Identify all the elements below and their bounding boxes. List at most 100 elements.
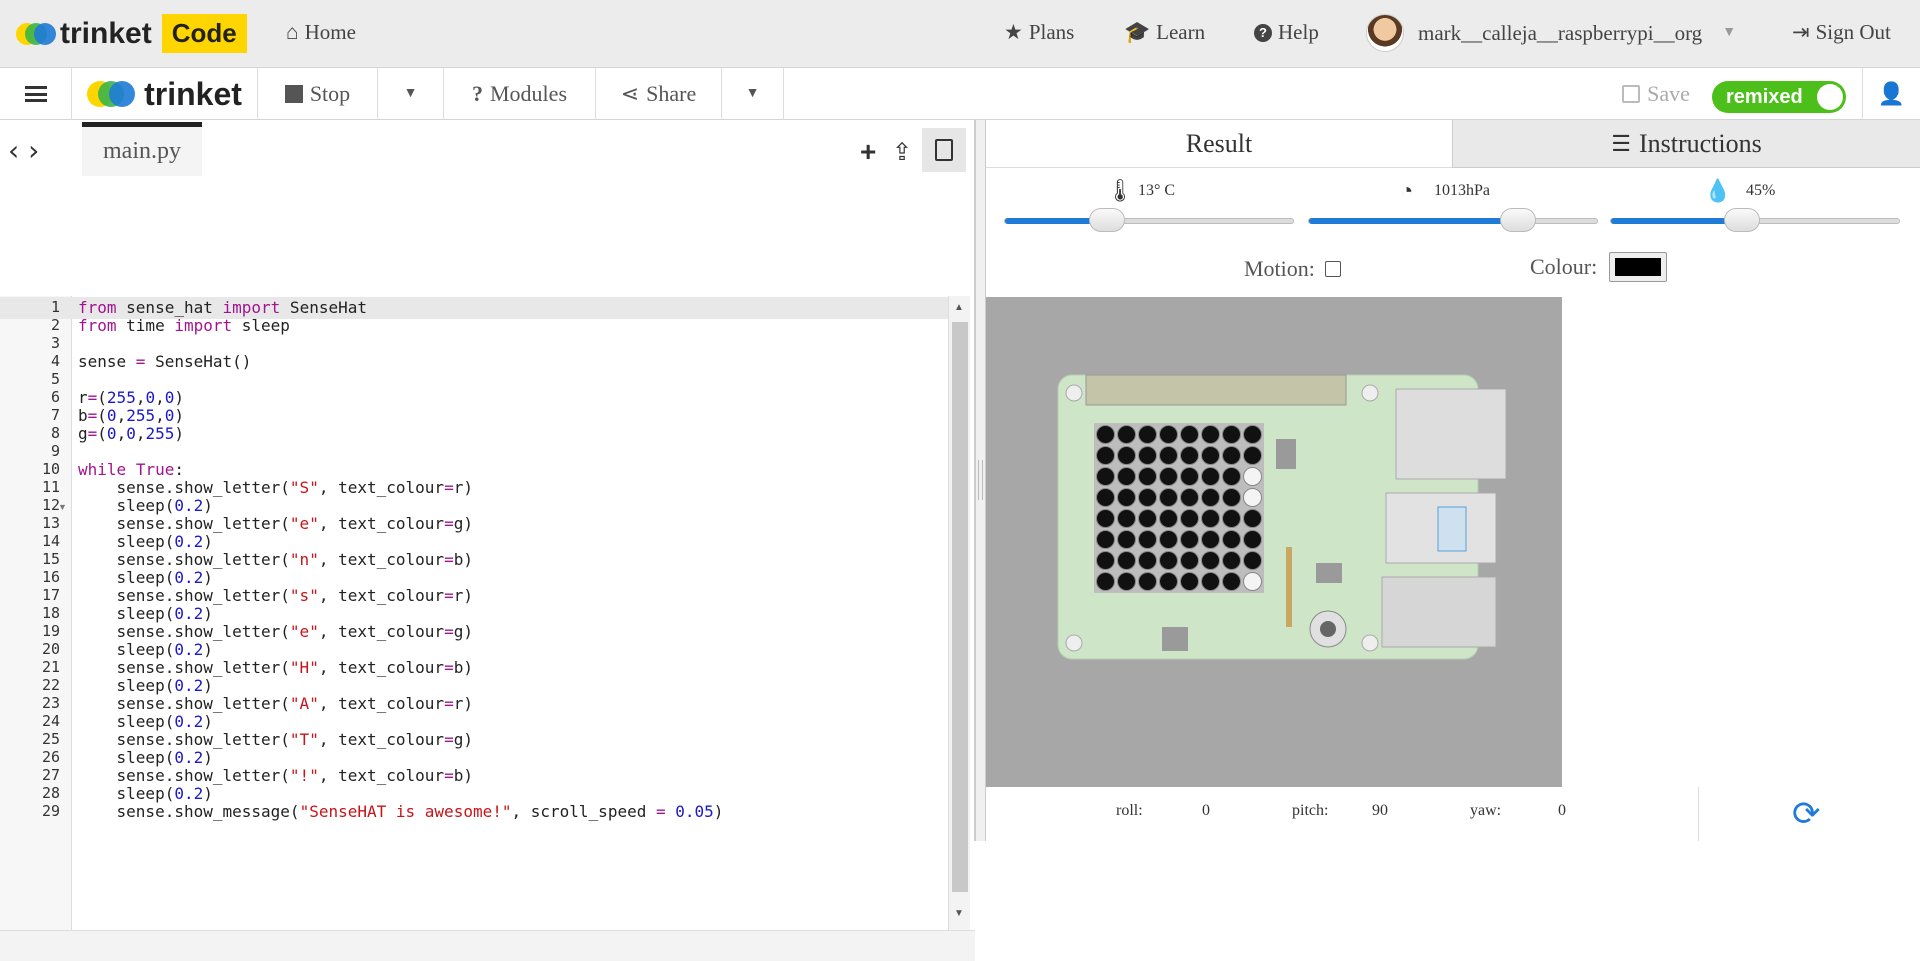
orientation-divider — [1698, 787, 1699, 841]
code-line[interactable]: sense.show_letter("H", text_colour=b) — [78, 658, 473, 677]
nav-plans[interactable]: ★ Plans — [1004, 20, 1074, 45]
code-line[interactable]: from sense_hat import SenseHat — [78, 298, 367, 317]
scroll-down-icon[interactable]: ▼ — [954, 908, 964, 919]
scrollbar-thumb[interactable] — [952, 322, 968, 892]
line-number: 25 — [41, 730, 60, 748]
share-button[interactable]: ⋖ Share — [596, 68, 722, 120]
list-icon: ☰ — [1611, 130, 1631, 156]
led-pixel — [1222, 551, 1241, 570]
code-line[interactable]: sleep(0.2) — [78, 676, 213, 695]
code-line[interactable]: while True: — [78, 460, 184, 479]
code-line[interactable]: sleep(0.2) — [78, 784, 213, 803]
code-line[interactable]: sleep(0.2) — [78, 496, 213, 515]
pressure-slider[interactable] — [1308, 208, 1598, 232]
code-line[interactable]: sense.show_letter("s", text_colour=r) — [78, 586, 473, 605]
line-number: 18 — [41, 604, 60, 622]
trinket-logo[interactable]: trinket — [72, 68, 258, 120]
code-area[interactable]: 1 from sense_hat import SenseHat 2 from tim… — [0, 120, 948, 930]
share-options-dropdown[interactable]: ▼ — [722, 68, 784, 120]
code-line[interactable]: sense.show_letter("!", text_colour=b) — [78, 766, 473, 785]
led-pixel — [1117, 530, 1136, 549]
led-pixel — [1138, 530, 1157, 549]
led-pixel — [1138, 488, 1157, 507]
result-pane: Result ☰ Instructions 🌡 13° C ◔ 1013hPa … — [986, 120, 1920, 841]
code-line[interactable]: sleep(0.2) — [78, 748, 213, 767]
code-line[interactable]: sense.show_letter("A", text_colour=r) — [78, 694, 473, 713]
code-line[interactable]: from time import sleep — [78, 316, 290, 335]
menu-button[interactable] — [0, 68, 72, 120]
caret-down-icon: ▼ — [1722, 25, 1737, 40]
humidity-slider-knob[interactable] — [1723, 208, 1760, 232]
code-line[interactable]: sense.show_letter("e", text_colour=g) — [78, 514, 473, 533]
temperature-sensor: 🌡 13° C — [1004, 176, 1294, 256]
code-line[interactable]: sleep(0.2) — [78, 712, 213, 731]
led-pixel — [1117, 467, 1136, 486]
editor-scrollbar[interactable]: ▲ ▼ — [948, 296, 970, 930]
led-pixel — [1201, 425, 1220, 444]
trinket-code-logo[interactable]: trinket Code — [16, 14, 247, 53]
scroll-up-icon[interactable]: ▲ — [954, 302, 964, 313]
line-number: 21 — [41, 658, 60, 676]
code-line[interactable]: sleep(0.2) — [78, 568, 213, 587]
account-button[interactable]: 👤 — [1862, 68, 1920, 120]
line-number: 6 — [50, 388, 60, 406]
code-line[interactable]: sleep(0.2) — [78, 604, 213, 623]
nav-home[interactable]: ⌂ Home — [286, 20, 356, 45]
code-line[interactable]: sense.show_letter("S", text_colour=r) — [78, 478, 473, 497]
temperature-slider-knob[interactable] — [1088, 208, 1125, 232]
code-line[interactable]: b=(0,255,0) — [78, 406, 184, 425]
remixed-toggle[interactable]: remixed — [1712, 81, 1846, 113]
modules-button[interactable]: ? Modules — [444, 68, 596, 120]
led-pixel — [1222, 425, 1241, 444]
pane-splitter[interactable] — [975, 120, 986, 841]
code-line[interactable]: g=(0,0,255) — [78, 424, 184, 443]
led-pixel — [1159, 446, 1178, 465]
code-line[interactable]: sense.show_letter("T", text_colour=g) — [78, 730, 473, 749]
led-pixel — [1243, 467, 1262, 486]
user-menu[interactable]: mark__calleja__raspberrypi__org ▼ — [1366, 14, 1736, 52]
home-icon: ⌂ — [286, 20, 299, 44]
tab-instructions[interactable]: ☰ Instructions — [1452, 120, 1920, 168]
line-number: 14 — [41, 532, 60, 550]
question-icon: ? — [472, 81, 483, 106]
led-pixel — [1243, 446, 1262, 465]
nav-signout[interactable]: ⇥ Sign Out — [1792, 20, 1891, 45]
stop-button[interactable]: Stop — [258, 68, 378, 120]
line-number: 1 — [50, 298, 60, 316]
graduation-cap-icon: 🎓 — [1124, 20, 1151, 44]
led-pixel — [1180, 467, 1199, 486]
code-line[interactable]: sleep(0.2) — [78, 640, 213, 659]
led-pixel — [1096, 446, 1115, 465]
star-icon: ★ — [1004, 20, 1023, 44]
led-pixel — [1243, 551, 1262, 570]
led-pixel — [1138, 425, 1157, 444]
temperature-slider[interactable] — [1004, 208, 1294, 232]
led-pixel — [1138, 446, 1157, 465]
code-line[interactable]: r=(255,0,0) — [78, 388, 184, 407]
humidity-value: 45% — [1746, 182, 1776, 199]
code-line[interactable]: sense.show_letter("n", text_colour=b) — [78, 550, 473, 569]
code-line[interactable]: sense = SenseHat() — [78, 352, 251, 371]
tab-result[interactable]: Result — [986, 120, 1452, 168]
code-line[interactable]: sleep(0.2) — [78, 532, 213, 551]
temperature-value: 13° C — [1138, 182, 1176, 199]
nav-help[interactable]: ? Help — [1254, 20, 1319, 45]
humidity-sensor: 💧 45% — [1610, 176, 1900, 256]
code-line[interactable]: sense.show_letter("e", text_colour=g) — [78, 622, 473, 641]
avatar — [1366, 14, 1404, 52]
motion-checkbox[interactable] — [1324, 261, 1341, 277]
reset-orientation-icon[interactable]: ⟳ — [1792, 794, 1821, 834]
colour-swatch-button[interactable] — [1609, 252, 1668, 282]
sense-hat-canvas[interactable] — [986, 297, 1562, 787]
humidity-slider[interactable] — [1610, 208, 1900, 232]
nav-learn[interactable]: 🎓 Learn — [1124, 20, 1205, 45]
save-button[interactable]: Save — [1596, 68, 1716, 120]
raspberry-pi-board — [1057, 374, 1507, 660]
toolbar-logo-text: trinket — [144, 75, 242, 112]
led-pixel — [1243, 425, 1262, 444]
fold-arrow-icon[interactable]: ▼ — [58, 502, 67, 512]
run-options-dropdown[interactable]: ▼ — [378, 68, 444, 120]
code-line[interactable]: sense.show_message("SenseHAT is awesome!… — [78, 802, 724, 821]
pressure-slider-knob[interactable] — [1499, 208, 1536, 232]
led-pixel — [1201, 530, 1220, 549]
